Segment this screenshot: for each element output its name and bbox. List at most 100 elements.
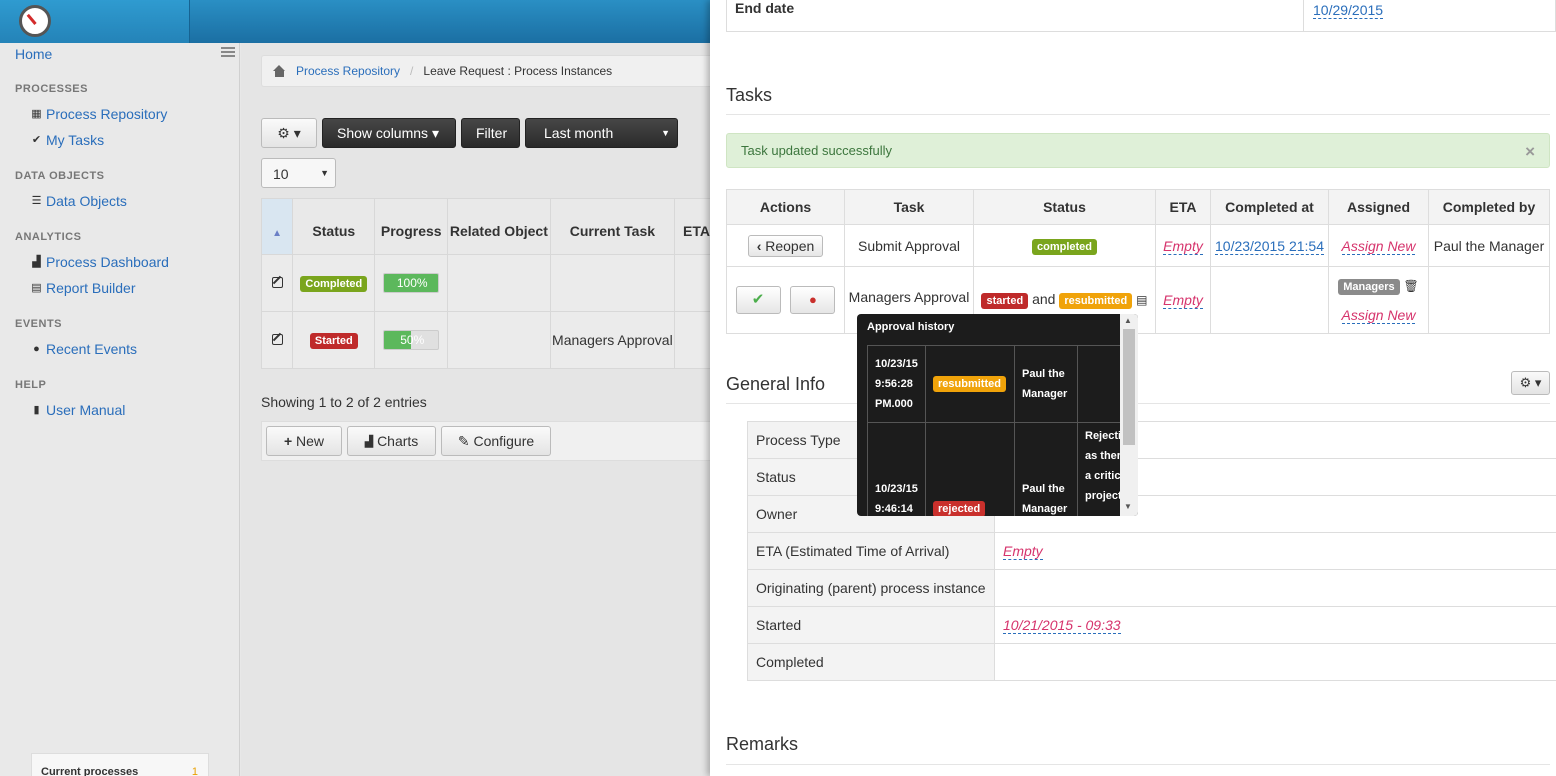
divider [726, 114, 1550, 115]
remarks-heading: Remarks [726, 734, 799, 754]
sidebar-item-label: Process Repository [46, 106, 168, 122]
edit-icon[interactable] [271, 277, 283, 288]
row-edit-cell[interactable] [260, 311, 294, 369]
tasks-table: Actions Task Status ETA Completed at Ass… [726, 189, 1550, 334]
column-header-progress[interactable]: Progress [374, 198, 448, 255]
report-icon: ▤ [31, 281, 42, 294]
info-key: Completed [747, 643, 995, 681]
table-row[interactable]: Completed 100% [260, 254, 711, 312]
status-badge-started: started [981, 293, 1029, 309]
configure-button[interactable]: ✎ Configure [441, 426, 551, 456]
charts-button[interactable]: ▟ Charts [347, 426, 436, 456]
breadcrumb-process-repository[interactable]: Process Repository [296, 64, 400, 78]
assign-new-link[interactable]: Assign New [1341, 237, 1416, 255]
sidebar-home-link[interactable]: Home [15, 46, 52, 62]
sidebar-item-recent-events[interactable]: ● Recent Events [31, 341, 137, 357]
scrollbar-thumb[interactable] [1123, 329, 1135, 445]
eta-editable[interactable]: Empty [1003, 543, 1043, 560]
page-size-select[interactable]: 10 [261, 158, 336, 188]
sidebar-item-process-dashboard[interactable]: ▟ Process Dashboard [31, 254, 169, 270]
group-badge: Managers [1338, 279, 1400, 295]
sidebar-item-label: Recent Events [46, 341, 138, 357]
status-badge: resubmitted [933, 376, 1006, 392]
eta-editable[interactable]: Empty [1163, 292, 1203, 309]
column-header-eta[interactable]: ETA [674, 198, 711, 255]
status-conjunction: and [1032, 291, 1056, 307]
scroll-down-icon[interactable]: ▼ [1124, 502, 1132, 511]
logo-area [0, 0, 190, 43]
filter-button[interactable]: Filter [461, 118, 520, 148]
wrench-icon: ✎ [457, 432, 470, 449]
scroll-up-icon[interactable]: ▲ [1124, 316, 1132, 325]
history-time: 10/23/15 9:56:28 PM.000 [867, 345, 926, 423]
tooltip-scrollbar[interactable]: ▲ ▼ [1120, 314, 1138, 516]
column-header-related-object[interactable]: Related Object [447, 198, 551, 255]
assign-new-link[interactable]: Assign New [1341, 307, 1416, 324]
completed-at-cell [1210, 266, 1329, 334]
info-key: Started [747, 606, 995, 644]
breadcrumb: Process Repository / Leave Request : Pro… [261, 55, 711, 87]
home-icon[interactable] [273, 65, 286, 77]
column-header-eta: ETA [1155, 189, 1211, 225]
column-header-completed-by: Completed by [1428, 189, 1550, 225]
settings-dropdown-button[interactable]: ⚙ ▾ [261, 118, 317, 148]
actions-cell: ✔ ● [726, 266, 845, 334]
sidebar-section-analytics: ANALYTICS [15, 231, 82, 243]
new-button-label: New [296, 433, 325, 449]
completed-by-cell: Paul the Manager [1428, 224, 1550, 267]
reject-button[interactable]: ● [790, 286, 836, 314]
related-object-cell [447, 254, 551, 312]
completed-at-editable[interactable]: 10/23/2015 21:54 [1215, 237, 1324, 255]
approve-button[interactable]: ✔ [735, 286, 781, 314]
column-header-completed-at: Completed at [1210, 189, 1329, 225]
general-settings-button[interactable]: ⚙ ▾ [1511, 371, 1550, 395]
gear-icon: ⚙ ▾ [1519, 375, 1542, 390]
show-columns-button[interactable]: Show columns ▾ [322, 118, 456, 148]
eta-editable[interactable]: Empty [1163, 237, 1203, 255]
current-processes-label: Current processes [41, 766, 139, 776]
menu-collapse-icon[interactable] [221, 47, 235, 57]
trash-icon[interactable]: 🗑 [1404, 279, 1419, 293]
column-header-current-task[interactable]: Current Task [549, 198, 676, 255]
status-cell: completed [973, 224, 1156, 267]
assigned-cell: Assign New [1328, 224, 1429, 267]
related-object-cell [447, 311, 551, 369]
edit-icon[interactable] [271, 334, 283, 345]
started-editable[interactable]: 10/21/2015 - 09:33 [1003, 617, 1121, 634]
column-header-status[interactable]: Status [292, 198, 376, 255]
sidebar-item-report-builder[interactable]: ▤ Report Builder [31, 280, 135, 296]
sort-column-header[interactable]: ▲ [260, 198, 294, 255]
info-value: Empty [994, 532, 1556, 570]
column-header-assigned: Assigned [1328, 189, 1429, 225]
bottom-toolbar: + New ▟ Charts ✎ Configure [261, 421, 711, 461]
period-select[interactable]: Last month ▼ [525, 118, 678, 148]
process-instances-table: ▲ Status Progress Related Object Current… [260, 198, 711, 369]
task-cell: Submit Approval [844, 224, 974, 267]
sidebar-item-user-manual[interactable]: ▮ User Manual [31, 402, 125, 418]
history-by: Paul the Manager [1014, 422, 1078, 516]
sidebar-item-label: Data Objects [46, 193, 127, 209]
main-content: Process Repository / Leave Request : Pro… [241, 43, 711, 776]
end-date-value[interactable]: 10/29/2015 [1313, 2, 1384, 19]
history-icon[interactable]: ▤ [1136, 293, 1147, 307]
app-logo[interactable] [19, 5, 51, 37]
sidebar-item-my-tasks[interactable]: ✔ My Tasks [31, 132, 104, 148]
sidebar-item-process-repository[interactable]: ▦ Process Repository [31, 106, 167, 122]
progress-bar: 100% [383, 273, 440, 293]
column-header-actions: Actions [726, 189, 845, 225]
sidebar-item-data-objects[interactable]: ☰ Data Objects [31, 193, 127, 209]
history-status-cell: rejected [925, 422, 1015, 516]
divider [726, 403, 1550, 404]
status-cell: Completed [292, 254, 376, 312]
status-badge-resubmitted[interactable]: resubmitted [1059, 293, 1133, 309]
status-badge: Started [309, 333, 358, 349]
row-edit-cell[interactable] [260, 254, 294, 312]
current-processes-widget[interactable]: Current processes 1 [31, 753, 209, 776]
reopen-button[interactable]: ‹ Reopen [747, 234, 824, 257]
new-button[interactable]: + New [266, 426, 342, 456]
close-icon[interactable]: × [1525, 142, 1535, 162]
sidebar: Home PROCESSES ▦ Process Repository ✔ My T… [0, 43, 240, 776]
breadcrumb-separator: / [410, 64, 414, 78]
table-row[interactable]: Started 50% Managers Approval [260, 311, 711, 369]
status-badge: completed [1031, 238, 1097, 255]
